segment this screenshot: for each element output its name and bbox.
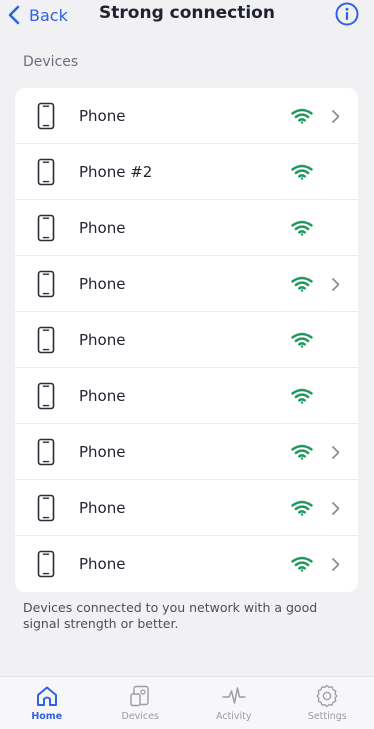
device-row[interactable]: Phone [15, 312, 358, 368]
tab-label: Activity [215, 711, 252, 722]
page-title: Strong connection [99, 3, 275, 23]
wifi-signal-icon [291, 332, 313, 348]
phone-icon [37, 550, 55, 578]
device-row[interactable]: Phone [15, 424, 358, 480]
wifi-signal-icon [291, 388, 313, 404]
device-name: Phone [79, 442, 126, 461]
gear-icon [316, 685, 338, 707]
tab-home[interactable]: Home [0, 677, 94, 729]
tab-bar: Home Devices Activity Settings [0, 676, 374, 729]
tab-label: Devices [121, 711, 159, 722]
chevron-right-icon [332, 446, 340, 459]
tab-devices[interactable]: Devices [94, 677, 188, 729]
device-row[interactable]: Phone [15, 256, 358, 312]
phone-icon [37, 102, 55, 130]
wifi-signal-icon [291, 164, 313, 180]
device-row[interactable]: Phone [15, 88, 358, 144]
device-row[interactable]: Phone #2 [15, 144, 358, 200]
device-name: Phone [79, 498, 126, 517]
phone-icon [37, 382, 55, 410]
tab-settings[interactable]: Settings [281, 677, 374, 729]
device-name: Phone [79, 330, 126, 349]
device-name: Phone #2 [79, 162, 153, 181]
device-name: Phone [79, 386, 126, 405]
activity-icon [222, 687, 246, 704]
chevron-right-icon [332, 278, 340, 291]
wifi-signal-icon [291, 276, 313, 292]
info-icon[interactable] [335, 2, 359, 26]
device-name: Phone [79, 106, 126, 125]
footer-note: Devices connected to you network with a … [23, 600, 318, 631]
tab-label: Home [31, 711, 63, 722]
wifi-signal-icon [291, 500, 313, 516]
phone-icon [37, 270, 55, 298]
chevron-right-icon [332, 502, 340, 515]
home-icon [36, 686, 57, 706]
device-row[interactable]: Phone [15, 480, 358, 536]
section-label-devices: Devices [23, 54, 79, 70]
wifi-signal-icon [291, 220, 313, 236]
tab-activity[interactable]: Activity [187, 677, 281, 729]
wifi-signal-icon [291, 556, 313, 572]
device-row[interactable]: Phone [15, 368, 358, 424]
device-row[interactable]: Phone [15, 200, 358, 256]
device-name: Phone [79, 218, 126, 237]
device-name: Phone [79, 274, 126, 293]
phone-icon [37, 438, 55, 466]
phone-icon [37, 158, 55, 186]
phone-icon [37, 494, 55, 522]
wifi-signal-icon [291, 108, 313, 124]
devices-icon [130, 685, 149, 707]
chevron-right-icon [332, 558, 340, 571]
phone-icon [37, 214, 55, 242]
device-row[interactable]: Phone [15, 536, 358, 592]
tab-label: Settings [307, 711, 347, 722]
wifi-signal-icon [291, 444, 313, 460]
device-name: Phone [79, 555, 126, 573]
device-list: Phone Phone #2 Phone Phone Phone Phone Phone Ph… [15, 88, 358, 592]
phone-icon [37, 326, 55, 354]
top-navigation-bar: Back Strong connection [0, 0, 374, 32]
chevron-right-icon [332, 110, 340, 123]
